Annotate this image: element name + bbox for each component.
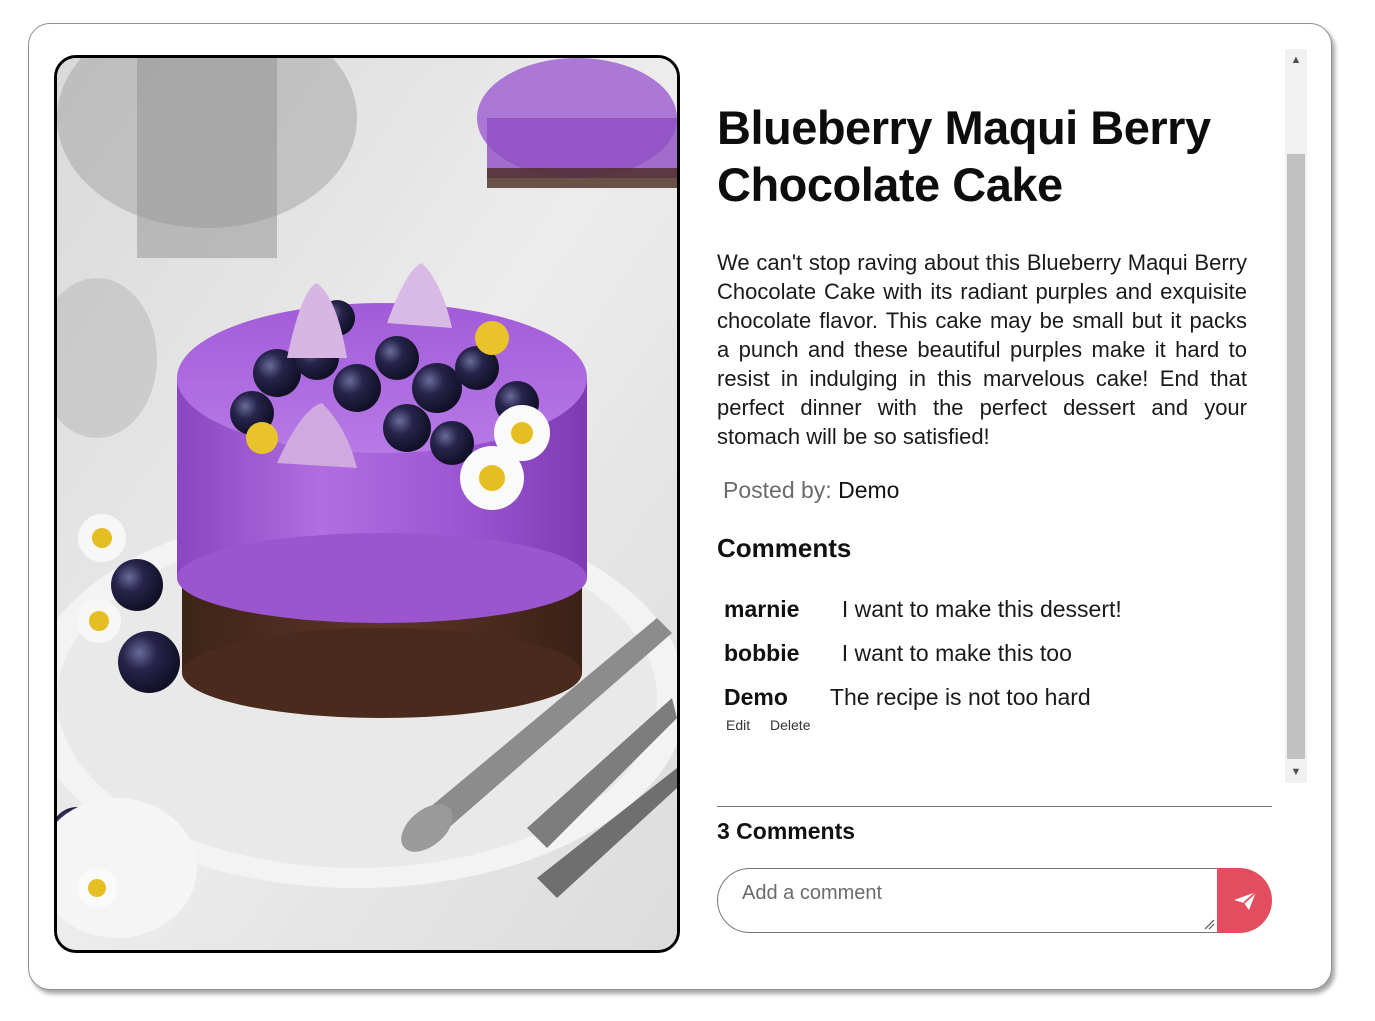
cake-photo-icon (57, 58, 677, 950)
scrollbar[interactable]: ▲ ▼ (1285, 49, 1307, 783)
posted-by: Posted by: Demo (723, 475, 1262, 505)
scroll-up-arrow-icon[interactable]: ▲ (1285, 49, 1307, 71)
divider (717, 806, 1272, 807)
scroll-down-arrow-icon[interactable]: ▼ (1285, 761, 1307, 783)
send-comment-button[interactable] (1217, 868, 1272, 933)
comment-form (717, 868, 1272, 933)
recipe-image (54, 55, 680, 953)
comment-list: marnie I want to make this dessert! bobb… (717, 595, 1262, 733)
comment-item: marnie I want to make this dessert! (724, 595, 1262, 623)
recipe-modal: Blueberry Maqui Berry Chocolate Cake We … (28, 23, 1332, 990)
comment-item: bobbie I want to make this too (724, 639, 1262, 667)
edit-comment-button[interactable]: Edit (726, 717, 750, 733)
posted-by-label: Posted by: (723, 477, 832, 503)
comments-heading: Comments (717, 533, 852, 563)
paper-plane-icon (1233, 890, 1257, 910)
comment-user[interactable]: marnie (724, 596, 799, 622)
comment-input[interactable] (717, 868, 1219, 933)
comment-text: I want to make this dessert! (841, 596, 1122, 622)
comment-item: Demo The recipe is not too hard (724, 683, 1262, 711)
posted-by-author[interactable]: Demo (838, 477, 899, 503)
comment-actions: Edit Delete (726, 717, 1262, 733)
recipe-description: We can't stop raving about this Blueberr… (717, 250, 1247, 449)
resize-grip-icon[interactable] (1203, 918, 1215, 930)
comment-text: The recipe is not too hard (829, 684, 1091, 710)
recipe-title: Blueberry Maqui Berry Chocolate Cake (717, 101, 1211, 211)
comment-count: 3 Comments (717, 818, 856, 844)
comment-text: I want to make this too (841, 640, 1072, 666)
comment-user[interactable]: bobbie (724, 640, 799, 666)
recipe-details-scroll[interactable]: Blueberry Maqui Berry Chocolate Cake We … (717, 49, 1262, 784)
comment-user[interactable]: Demo (724, 684, 788, 710)
scrollbar-thumb[interactable] (1287, 154, 1305, 759)
delete-comment-button[interactable]: Delete (770, 717, 810, 733)
